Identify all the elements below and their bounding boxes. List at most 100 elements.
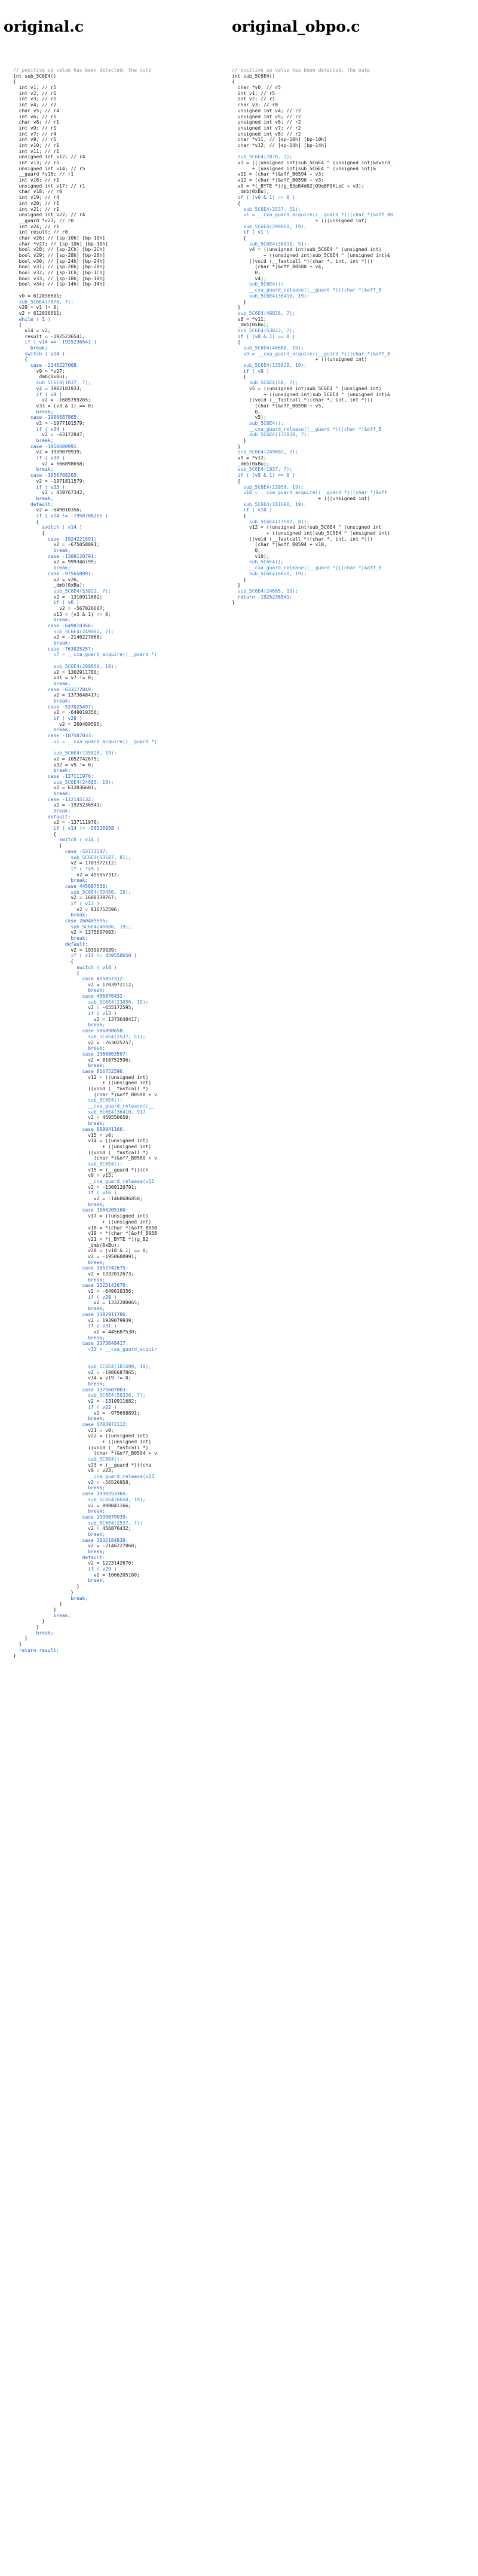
- code-line: v32 = v5 != 0;: [13, 762, 94, 768]
- code-line: v22 = ((unsigned int): [13, 1433, 149, 1439]
- code-line: result = -1925236541;: [13, 333, 85, 339]
- code-line: break;: [13, 1381, 106, 1387]
- code-line: if ( v9 ): [13, 391, 62, 397]
- code-line: sub_5C6E4(181690, 19);: [13, 1364, 152, 1369]
- code-line: return -1925236541;: [232, 594, 293, 600]
- code-line: v19 = __cxa_guard_acquir: [13, 1346, 157, 1352]
- code-line: v2 = 1680339767;: [13, 895, 117, 901]
- code-line: sub_5C6E4(299860, 19);: [13, 663, 117, 669]
- code-line: v10 = __cxa_guard_acquire((__guard *)((c…: [232, 490, 388, 496]
- code-line: v2 = 1939079939;: [13, 1317, 134, 1323]
- code-line: v2 = -56526958;: [13, 1479, 131, 1485]
- code-line: sub_5C6E4(2537, 7);: [13, 1520, 143, 1526]
- code-line: sub_5C6E4(2537, 51);: [13, 1034, 146, 1039]
- code-line: v2 = v26;: [13, 576, 79, 582]
- code-line: v31 = v7 != 0;: [13, 675, 94, 681]
- code-line: v13 = (v3 & 1) == 0;: [13, 611, 111, 617]
- code-line: (char *)&off_B0594 + v10,: [232, 542, 327, 548]
- code-line: int v2; // r1: [13, 90, 57, 96]
- code-line: v5);: [232, 415, 266, 421]
- code-line: sub_5C6E4(24685, 19);: [232, 588, 298, 594]
- code-line: v15 = (__guard *)((ch: [13, 1167, 149, 1173]
- code-line: unsigned int v22; // r4: [13, 212, 85, 218]
- code-line: sub_5C6E4(39450, 19);: [13, 889, 131, 895]
- code-line: // positive sp value has been detected, …: [232, 68, 370, 73]
- code-line: sub_5C6E4(249002, 7);: [232, 449, 298, 455]
- code-line: char *v0; // r5: [232, 85, 281, 91]
- code-line: bool v31; // [sp-20h] [bp-20h]: [13, 264, 106, 270]
- code-line: case -2146227068:: [13, 363, 79, 369]
- code-line: char v3; // r0: [232, 102, 278, 108]
- code-line: {: [232, 339, 241, 345]
- code-line: bool v30; // [sp-24h] [bp-24h]: [13, 258, 106, 264]
- code-line: v21 = v0;: [13, 1427, 114, 1433]
- code-line: + ((unsigned int): [13, 1439, 152, 1445]
- code-line: v12 = (char *)&off_B0590 + v3;: [232, 177, 324, 183]
- code-line: case 260469595:: [13, 918, 108, 924]
- code-line: unsigned int v12; // r4: [13, 154, 85, 160]
- code-line: int v1; // r5: [232, 90, 275, 96]
- code-line: if ( !v9 ): [13, 866, 100, 872]
- code-line: }: [13, 1606, 57, 1612]
- code-line: sub_5C6E4(2537, 51);: [232, 206, 301, 212]
- code-line: __guard *v23; // r0: [13, 217, 74, 223]
- code-line: _dmb(0xBu);: [232, 461, 269, 467]
- code-line: sub_5C6E4(249002, 7);: [13, 628, 114, 634]
- code-line: v23 = (__guard *)((cha: [13, 1462, 152, 1468]
- code-line: int v16; // r1: [13, 177, 60, 183]
- code-line: ((void (__fastcall *)(char *, int, int *…: [232, 397, 373, 403]
- code-line: __cxa_guard_release((__guard *)((char *)…: [232, 565, 382, 571]
- code-line: break;: [13, 1531, 106, 1537]
- code-line: (char *)&off_B0594 + v: [13, 1450, 157, 1456]
- code-line: + (((unsigned int): [232, 357, 367, 363]
- code-line: v2 = 1332200065;: [13, 1300, 140, 1306]
- code-line: break;: [13, 495, 54, 501]
- code-line: v2 = -1950600991;: [13, 1253, 137, 1259]
- code-line: __cxa_guard_release(v23: [13, 1474, 155, 1480]
- code-line: v2 = -2146227068;: [13, 1543, 137, 1549]
- code-line: v17 = ((unsigned int): [13, 1213, 149, 1219]
- code-line: unsigned int v7; // r2: [232, 125, 301, 131]
- code-line: + ((unsigned int)sub_5C6E4 ^ (unsigned i…: [232, 530, 390, 536]
- code-line: v21 = *(_BYTE *)(g_B2: [13, 1236, 149, 1242]
- code-line: break;: [13, 878, 88, 884]
- code-line: int v10; // r1: [13, 142, 60, 148]
- code-line: break;: [13, 1416, 106, 1422]
- code-line: if ( v30 ): [13, 455, 65, 461]
- code-line: (char *)&off_B0580 + v4,: [232, 264, 324, 270]
- code-line: switch ( v14 ): [13, 837, 100, 843]
- code-line: sub_5C6E4();: [13, 1456, 123, 1462]
- original-code-panel: // positive sp value has been detected, …: [13, 68, 231, 2571]
- code-line: v2 = 999346199;: [13, 559, 97, 565]
- code-line: case -975658891:: [13, 571, 94, 576]
- code-line: }: [13, 1636, 28, 1642]
- code-line: if ( v1 ): [232, 229, 269, 235]
- obfuscated-code-panel: // positive sp value has been detected, …: [232, 68, 477, 904]
- code-line: break;: [13, 1335, 106, 1341]
- code-line: _dmb(0xBu);: [232, 189, 269, 195]
- code-line: sub_5C6E4();: [232, 281, 284, 287]
- code-line: v2 = 898041166;: [13, 1502, 131, 1508]
- code-line: if ( v16 ): [13, 1190, 117, 1196]
- code-line: int v20; // r1: [13, 200, 60, 206]
- code-line: v2 = 260469595;: [13, 721, 103, 727]
- code-line: break;: [13, 1063, 106, 1069]
- code-line: case 1302911786:: [13, 1311, 128, 1317]
- code-line: case 1703972112:: [13, 1421, 128, 1427]
- code-line: case -187507033:: [13, 733, 94, 739]
- code-line: if ( v14 != 459550650 ): [13, 953, 137, 959]
- code-line: sub_5C6E4();: [232, 559, 284, 565]
- code-line: default:: [13, 501, 54, 507]
- code-line: }: [13, 1624, 39, 1630]
- code-line: break;: [13, 438, 54, 443]
- code-line: char v26; // [sp-10h] [bp-10h]: [13, 235, 106, 241]
- code-line: case 1939253365:: [13, 1491, 128, 1497]
- code-line: unsigned int v8; // r2: [232, 131, 301, 137]
- code-line: if ( (v9 & 1) == 0 ): [232, 473, 295, 479]
- code-line: {: [13, 530, 45, 536]
- code-line: + ((unsigned int): [13, 1143, 152, 1149]
- code-line: v2 = -1986687865;: [13, 1369, 137, 1375]
- code-line: {: [13, 843, 62, 849]
- code-line: {: [13, 79, 16, 85]
